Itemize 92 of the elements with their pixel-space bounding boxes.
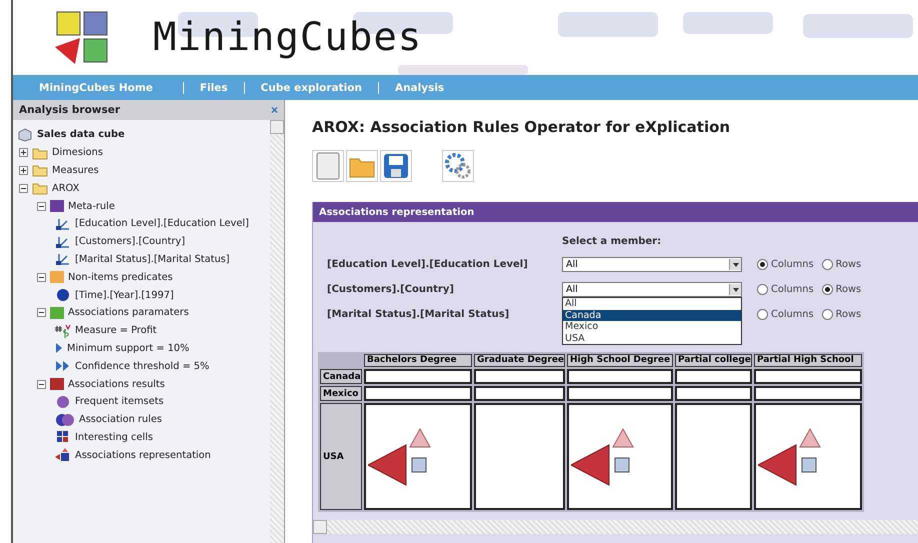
caret-icon	[732, 288, 738, 292]
shapes-icon	[55, 448, 71, 462]
tree-item[interactable]: Minimum support = 10%	[67, 342, 190, 354]
tree-item[interactable]: Non-items predicates	[68, 272, 173, 283]
measure-icon	[55, 324, 71, 338]
row-header: Canada	[320, 369, 362, 384]
folder-icon	[32, 146, 48, 160]
settings-icon	[444, 152, 472, 180]
association-drawing	[368, 426, 432, 486]
radio-option[interactable]: Columns	[757, 284, 814, 295]
tree-item[interactable]: Confidence threshold = 5%	[75, 360, 210, 372]
panel-header: Associations representation	[313, 202, 918, 222]
radio-label: Rows	[836, 309, 862, 320]
radio-button[interactable]	[757, 284, 768, 295]
grid-icon	[55, 430, 71, 444]
select-heading: Select a member:	[562, 236, 662, 247]
blank-page-icon	[316, 152, 340, 180]
radio-label: Columns	[771, 259, 814, 270]
radio-option[interactable]: Rows	[822, 259, 862, 270]
tree-item[interactable]: [Customers].[Country]	[75, 236, 186, 248]
radio-button[interactable]	[822, 259, 833, 270]
collapse-toggle[interactable]	[37, 380, 46, 389]
page-title: AROX: Association Rules Operator for eXplication	[312, 118, 732, 136]
axes-icon	[55, 252, 71, 266]
tree-item[interactable]: Sales data cube	[37, 129, 125, 140]
radio-label: Rows	[836, 284, 862, 295]
tree-item[interactable]: Associations paramaters	[68, 307, 189, 318]
column-header: Partial college	[675, 354, 752, 367]
expand-toggle[interactable]	[19, 148, 28, 158]
column-header: Partial High School	[754, 354, 862, 367]
radio-label: Columns	[771, 309, 814, 320]
radio-option[interactable]: Columns	[757, 259, 814, 270]
tree-item[interactable]: Measure = Profit	[75, 325, 157, 336]
member-select[interactable]: All	[562, 282, 742, 297]
ball-icon	[55, 288, 71, 302]
column-header: High School Degree	[567, 354, 673, 367]
tree-item[interactable]: Dimesions	[52, 147, 103, 158]
radio-label: Rows	[836, 259, 862, 270]
tree-item[interactable]: Frequent itemsets	[75, 396, 164, 408]
dimension-label: [Customers].[Country]	[327, 284, 455, 295]
collapse-toggle[interactable]	[37, 202, 46, 211]
save-icon	[383, 153, 409, 179]
radio-button[interactable]	[822, 309, 833, 320]
radio-option[interactable]: Rows	[822, 309, 862, 320]
spheres-icon	[55, 412, 75, 427]
member-select[interactable]: All	[562, 257, 742, 272]
radio-option[interactable]: Columns	[757, 309, 814, 320]
collapse-toggle[interactable]	[19, 184, 28, 193]
play-icon	[55, 342, 63, 354]
axes-icon	[55, 216, 71, 231]
tree-item[interactable]: Meta-rule	[68, 200, 115, 212]
column-header: Graduate Degree	[474, 354, 565, 367]
folder-icon	[32, 163, 48, 178]
panel-title: Analysis browser	[19, 104, 120, 116]
tree-item[interactable]: Association rules	[79, 414, 162, 426]
cube-icon	[17, 128, 33, 142]
tree-item[interactable]: Interesting cells	[75, 432, 153, 443]
row-header: USA	[320, 403, 362, 510]
tree-item[interactable]: AROX	[52, 182, 80, 194]
column-header: Bachelors Degree	[364, 354, 472, 367]
fast-forward-icon	[55, 359, 71, 374]
collapse-toggle[interactable]	[37, 308, 46, 318]
dimension-label: [Education Level].[Education Level]	[327, 259, 529, 270]
radio-button[interactable]	[757, 309, 768, 320]
open-button[interactable]	[346, 150, 378, 182]
folder-icon	[32, 181, 48, 196]
tree-item[interactable]: [Time].[Year].[1997]	[75, 290, 174, 301]
axes-icon	[55, 234, 71, 249]
scrollbar[interactable]	[270, 120, 284, 543]
radio-button[interactable]	[757, 259, 768, 270]
tree-item[interactable]: Associations results	[68, 378, 165, 390]
association-drawing	[758, 426, 822, 486]
association-drawing	[571, 426, 635, 486]
expand-toggle[interactable]	[19, 166, 28, 175]
radio-label: Columns	[771, 284, 814, 295]
row-header: Mexico	[320, 386, 362, 401]
dimension-label: [Marital Status].[Marital Status]	[327, 309, 510, 320]
new-button[interactable]	[312, 150, 344, 182]
collapse-toggle[interactable]	[37, 272, 46, 282]
tree-item[interactable]: Associations representation	[75, 450, 211, 461]
radio-button[interactable]	[822, 284, 833, 295]
settings-button[interactable]	[442, 150, 474, 182]
dropdown-option[interactable]: Canada	[563, 310, 741, 321]
tree-item[interactable]: Measures	[52, 164, 99, 176]
tree-item[interactable]: [Marital Status].[Marital Status]	[75, 254, 230, 265]
app-title: MiningCubes	[153, 15, 422, 60]
caret-icon	[732, 262, 738, 266]
sphere-icon	[55, 394, 71, 409]
scrollbar[interactable]	[313, 520, 918, 534]
radio-option[interactable]: Rows	[822, 284, 862, 295]
tree-item[interactable]: [Education Level].[Education Level]	[75, 218, 249, 230]
save-button[interactable]	[380, 150, 412, 182]
